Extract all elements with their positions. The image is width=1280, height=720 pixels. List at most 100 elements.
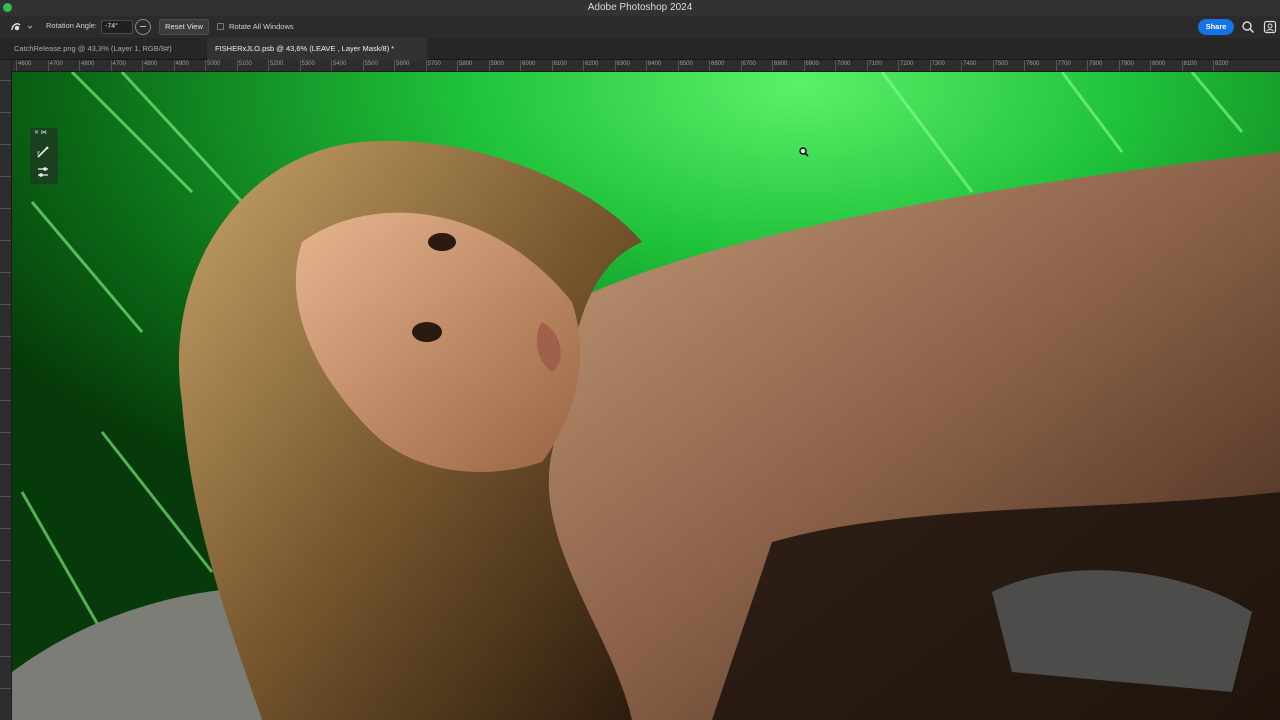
ruler-tick (583, 60, 584, 71)
ruler-tick-label: 5600 (396, 61, 410, 67)
ruler-tick-label: 6200 (585, 61, 599, 67)
ruler-tick (0, 688, 11, 689)
ruler-tick-label: 7100 (868, 61, 882, 67)
ruler-tick (0, 80, 11, 81)
title-bar: Adobe Photoshop 2024 (0, 0, 1280, 16)
ruler-tick (520, 60, 521, 71)
ruler-tick-label: 7700 (1057, 61, 1071, 67)
ruler-tick-label: 5300 (301, 61, 315, 67)
ruler-tick-label: 5400 (333, 61, 347, 67)
ruler-tick (1118, 60, 1120, 71)
ruler-tick-label: 5200 (270, 61, 284, 67)
ruler-tick (0, 560, 11, 561)
angle-dial-icon[interactable] (135, 19, 151, 35)
ruler-tick-label: 5700 (427, 61, 441, 67)
ruler-tick (299, 60, 301, 71)
options-bar: Rotation Angle: -74° Reset View Rotate A… (0, 16, 1280, 38)
ruler-tick-label: 4600 (18, 61, 32, 67)
ruler-tick (16, 60, 17, 71)
ruler-tick-label: 6700 (742, 61, 756, 67)
ruler-tick-label: 7500 (994, 61, 1008, 67)
ruler-tick-label: 7400 (963, 61, 977, 67)
tab-fisherxjlo[interactable]: FISHERxJLO.psb @ 43,6% (LEAVE , Layer Ma… (207, 38, 427, 60)
ruler-tick (1055, 60, 1057, 71)
ruler-tick (362, 60, 364, 71)
ruler-tick (110, 60, 112, 71)
ruler-tick (0, 336, 11, 337)
ruler-tick-label: 7200 (900, 61, 914, 67)
ruler-tick (488, 60, 490, 71)
ruler-tick (457, 60, 458, 71)
brush-icon[interactable] (35, 144, 51, 160)
ruler-tick (551, 60, 553, 71)
ruler-tick (0, 464, 11, 465)
ruler-tick (0, 176, 11, 177)
ruler-tick (961, 60, 962, 71)
ruler-tick (835, 60, 836, 71)
ruler-tick-label: 4800 (81, 61, 95, 67)
ruler-tick-label: 4900 (175, 61, 189, 67)
rotation-angle-input[interactable]: -74° (101, 20, 133, 34)
rotate-view-tool-icon[interactable] (8, 19, 34, 35)
ruler-tick (772, 60, 773, 71)
ruler-tick-label: 4700 (49, 61, 63, 67)
ruler-tick-label: 6600 (711, 61, 725, 67)
app-title: Adobe Photoshop 2024 (587, 2, 693, 13)
ruler-tick-label: 5500 (364, 61, 378, 67)
ruler-tick (236, 60, 238, 71)
ruler-tick (1087, 60, 1088, 71)
document-canvas[interactable] (12, 72, 1280, 720)
ruler-tick (1213, 60, 1214, 71)
ruler-tick-label: 5000 (207, 61, 221, 67)
share-button[interactable]: Share (1198, 19, 1234, 35)
ruler-tick-label: 8200 (1215, 61, 1229, 67)
ruler-tick (0, 656, 11, 657)
ruler-tick (0, 368, 11, 369)
ruler-tick-label: 5800 (459, 61, 473, 67)
ruler-tick (646, 60, 647, 71)
ruler-tick (614, 60, 616, 71)
help-icon[interactable] (1263, 20, 1277, 34)
ruler-tick (803, 60, 805, 71)
ruler-tick (0, 272, 11, 273)
ruler-tick (173, 60, 175, 71)
ruler-tick (0, 112, 11, 113)
ruler-tick (929, 60, 931, 71)
ruler-tick-label: 6300 (616, 61, 630, 67)
rotation-angle-label: Rotation Angle: (46, 21, 97, 30)
ruler-tick-label: 6500 (679, 61, 693, 67)
ruler-tick-label: 5100 (238, 61, 252, 67)
ruler-tick (866, 60, 868, 71)
tab-catchrelease[interactable]: CatchRelease.png @ 43,3% (Layer 1, RGB/8… (6, 38, 201, 60)
ruler-tick-label: 8100 (1183, 61, 1197, 67)
ruler-tick (709, 60, 710, 71)
search-icon[interactable] (1241, 20, 1255, 34)
ruler-tick (0, 496, 11, 497)
rotate-all-windows-label: Rotate All Windows (229, 22, 294, 31)
close-icon[interactable]: ✕ ⋈ (34, 129, 47, 136)
sliders-icon[interactable] (35, 164, 51, 180)
ruler-tick (425, 60, 427, 71)
vertical-ruler[interactable] (0, 60, 12, 720)
ruler-tick-label: 6900 (805, 61, 819, 67)
ruler-tick (0, 528, 11, 529)
ruler-tick (992, 60, 994, 71)
ruler-tick-label: 7900 (1120, 61, 1134, 67)
ruler-tick (0, 208, 11, 209)
ruler-tick (677, 60, 679, 71)
ruler-tick-label: 5900 (490, 61, 504, 67)
ruler-tick (394, 60, 395, 71)
canvas-artwork (12, 72, 1280, 720)
horizontal-ruler[interactable]: 4600 4700 4800 4700 4800 4900 5000 5100 5200 5300… (12, 60, 1280, 72)
document-tab-bar: CatchRelease.png @ 43,3% (Layer 1, RGB/8… (0, 38, 1280, 60)
rotate-all-windows-checkbox[interactable] (217, 23, 224, 30)
ruler-tick (331, 60, 332, 71)
ruler-tick (47, 60, 49, 71)
ruler-tick (740, 60, 742, 71)
ruler-tick (79, 60, 80, 71)
ruler-tick (0, 240, 11, 241)
reset-view-button[interactable]: Reset View (159, 19, 209, 35)
ruler-tick (898, 60, 899, 71)
ruler-tick (0, 624, 11, 625)
ruler-tick-label: 8000 (1152, 61, 1166, 67)
